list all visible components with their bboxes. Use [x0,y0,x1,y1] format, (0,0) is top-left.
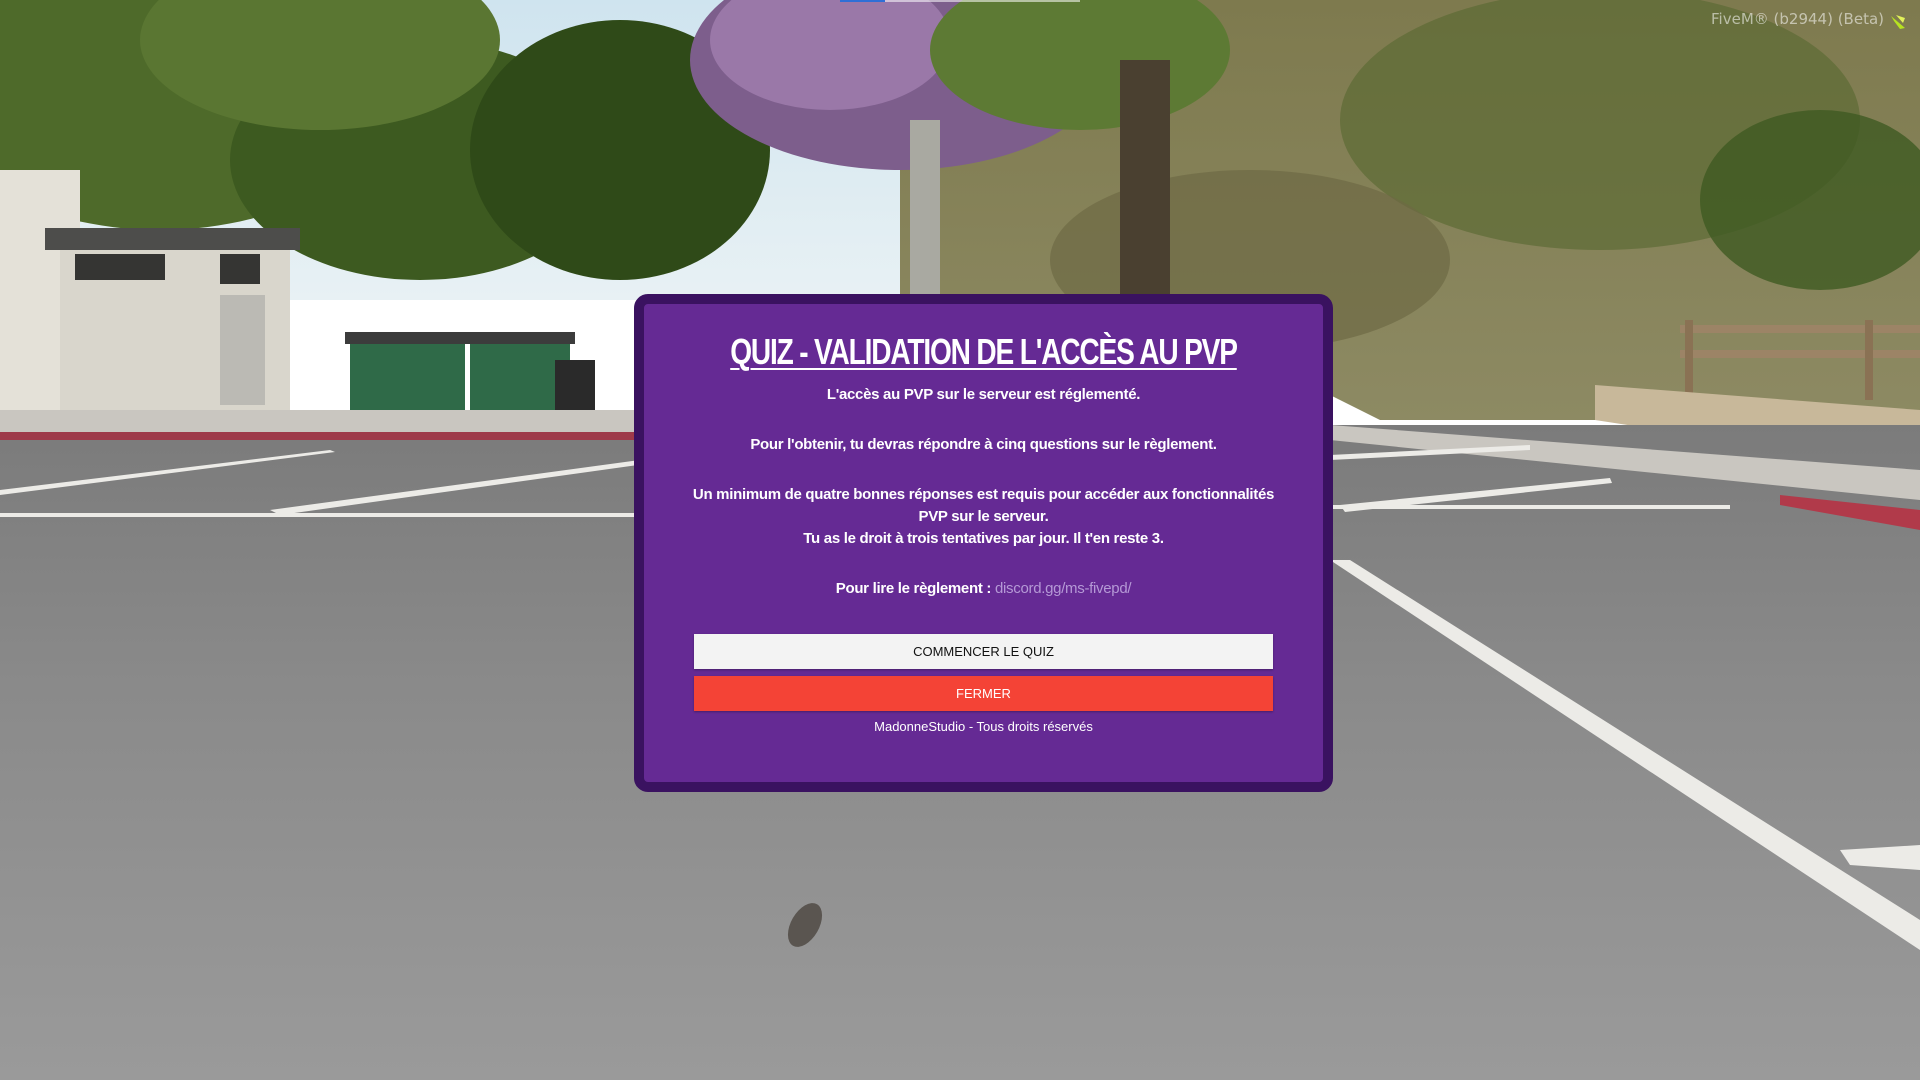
obtain-text: Pour l'obtenir, tu devras répondre à cin… [750,436,1217,453]
rules-line: Pour lire le règlement : discord.gg/ms-f… [684,578,1284,600]
rules-label: Pour lire le règlement : [835,580,992,597]
pvp-quiz-dialog: QUIZ - VALIDATION DE L'ACCÈS AU PVP L'ac… [634,294,1333,792]
fivem-logo-icon [1891,15,1905,29]
intro-text: L'accès au PVP sur le serveur est réglem… [826,386,1141,403]
rules-link[interactable]: discord.gg/ms-fivepd/ [995,580,1132,597]
dialog-title: QUIZ - VALIDATION DE L'ACCÈS AU PVP [730,331,1238,372]
copyright-footer: MadonneStudio - Tous droits réservés [874,719,1093,734]
close-button[interactable]: FERMER [694,676,1273,711]
start-quiz-button[interactable]: COMMENCER LE QUIZ [694,634,1273,669]
client-version-tag: FiveM® (b2944) (Beta) [1711,10,1884,28]
attempts-remaining-text: Tu as le droit à trois tentatives par jo… [803,530,1164,547]
game-viewport: FiveM® (b2944) (Beta) QUIZ - VALIDATION … [0,0,1920,1080]
loading-indicator-strip [840,0,1080,2]
minimum-requirement-text: Un minimum de quatre bonnes réponses est… [692,486,1275,525]
loading-indicator-segment [840,0,885,2]
